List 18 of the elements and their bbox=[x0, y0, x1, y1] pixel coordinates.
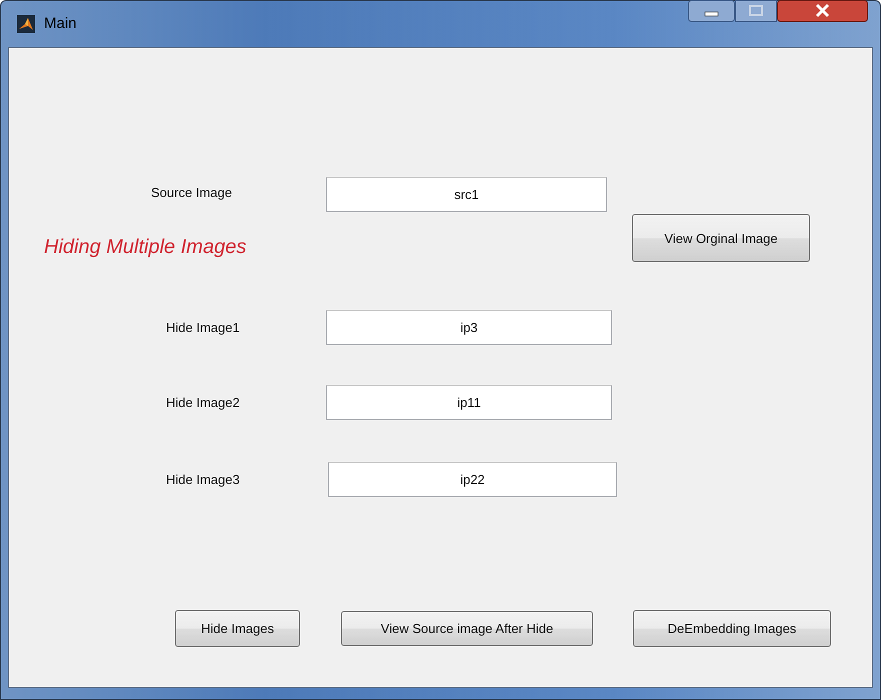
field-label: Hide Image3 bbox=[166, 472, 241, 487]
field-label: Source Image bbox=[151, 185, 233, 200]
input-field[interactable]: ip11 bbox=[326, 385, 612, 420]
close-icon[interactable] bbox=[777, 0, 868, 22]
input-field[interactable]: ip22 bbox=[328, 462, 617, 497]
view-button[interactable]: View Orginal Image bbox=[632, 214, 810, 262]
input-field[interactable]: ip3 bbox=[326, 310, 612, 345]
app-icon bbox=[17, 15, 35, 33]
maximize-icon[interactable] bbox=[735, 0, 777, 22]
action-button[interactable]: View Source image After Hide bbox=[341, 611, 593, 646]
minimize-icon[interactable] bbox=[688, 0, 735, 22]
field-label: Hide Image2 bbox=[166, 395, 241, 410]
action-button[interactable]: DeEmbedding Images bbox=[633, 610, 831, 647]
window-title: Main bbox=[44, 15, 77, 32]
heading: Hiding Multiple Images bbox=[44, 236, 248, 259]
action-button[interactable]: Hide Images bbox=[175, 610, 300, 647]
input-field[interactable]: src1 bbox=[326, 177, 607, 212]
field-label: Hide Image1 bbox=[166, 320, 241, 335]
